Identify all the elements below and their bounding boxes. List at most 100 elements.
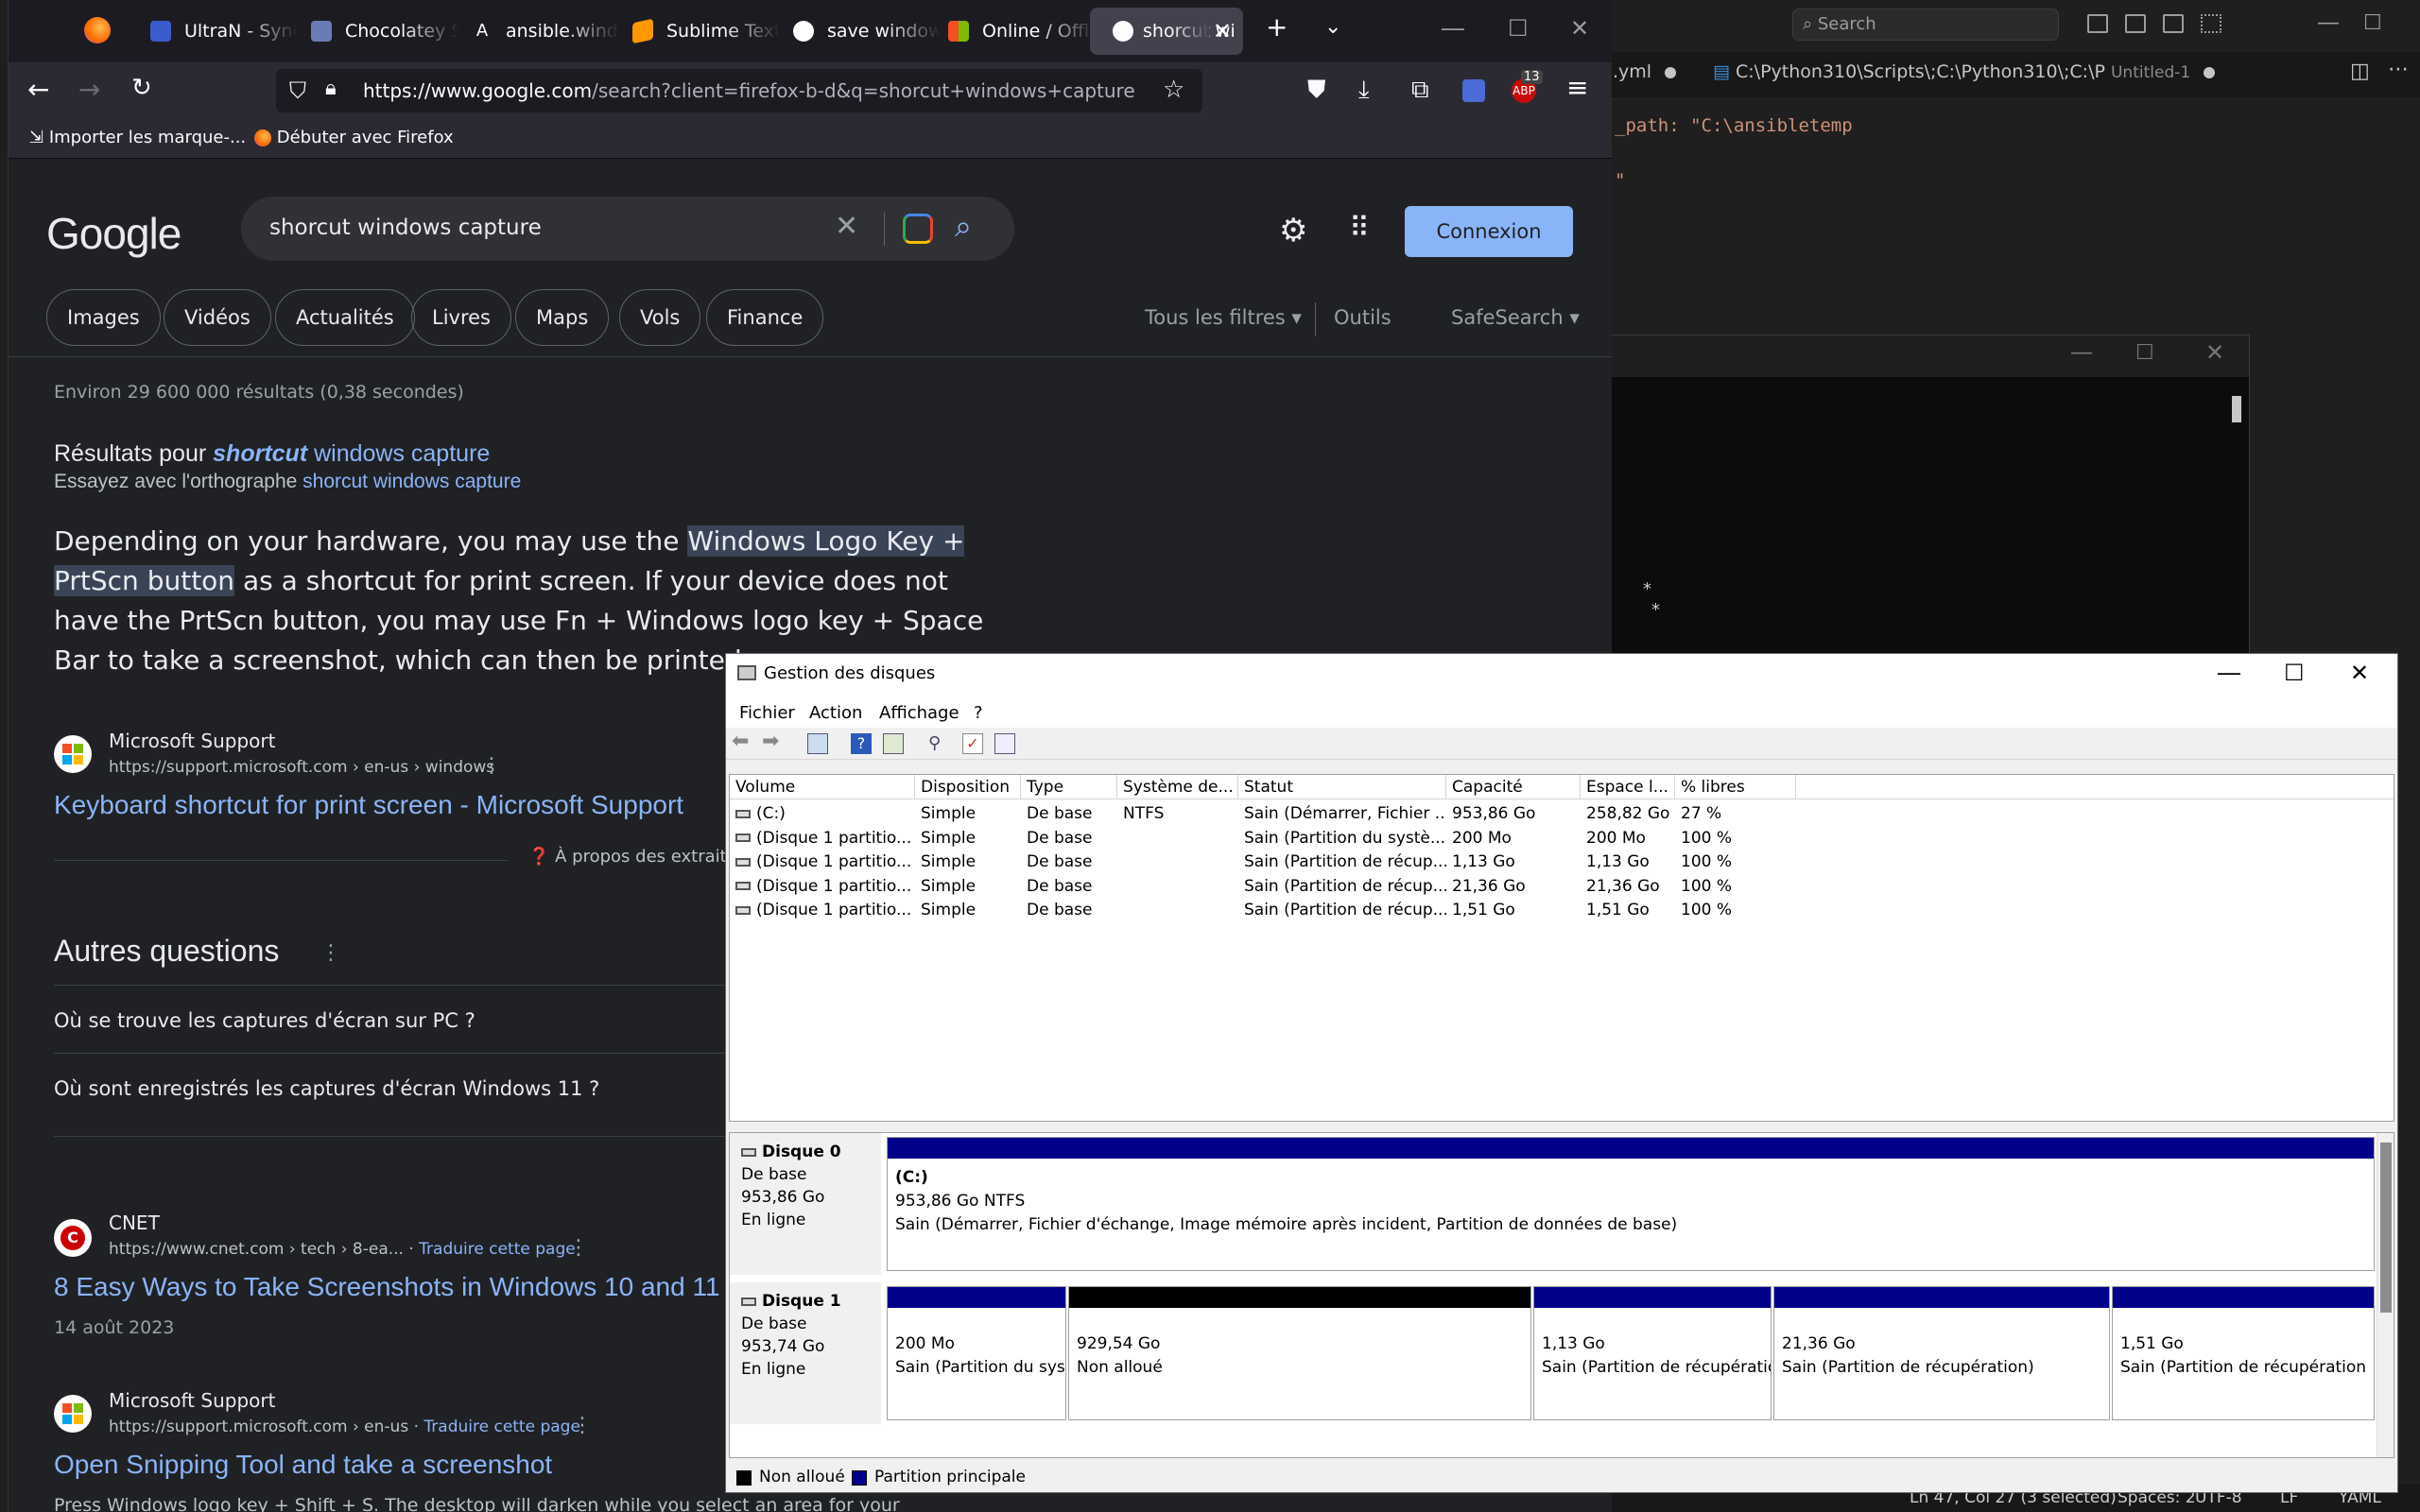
vscode-command-search[interactable]: ⌕ Search — [1792, 9, 2059, 41]
pocket-icon[interactable]: ⛊ — [1307, 76, 1326, 105]
menu-file[interactable]: Fichier — [739, 703, 795, 723]
chip-videos[interactable]: Vidéos — [164, 289, 271, 346]
volume-row[interactable]: (Disque 1 partitio... Simple De base Sain (… — [730, 898, 2394, 922]
clear-icon[interactable]: ✕ — [835, 210, 858, 243]
partition-recovery-3[interactable]: 1,51 Go Sain (Partition de récupération — [2112, 1286, 2375, 1420]
column-header-percent-free[interactable]: % libres — [1675, 775, 1796, 799]
split-editor-icon[interactable]: ◫ — [2350, 60, 2370, 83]
back-icon[interactable]: ⬅ — [732, 730, 752, 753]
about-snippets[interactable]: ❓ À propos des extraits — [528, 847, 735, 867]
partition-recovery-2[interactable]: 21,36 Go Sain (Partition de récupération) — [1773, 1286, 2110, 1420]
partition-recovery-1[interactable]: 1,13 Go Sain (Partition de récupératic — [1533, 1286, 1772, 1420]
back-icon[interactable]: ← — [27, 74, 49, 105]
maximize-icon[interactable]: ☐ — [2363, 11, 2382, 35]
volume-row[interactable]: (C:) Simple De base NTFS Sain (Démarrer, Fic… — [730, 801, 2394, 826]
help-icon[interactable]: ? — [851, 733, 872, 754]
search-box[interactable]: shorcut windows capture ✕ ⌕ — [241, 197, 1014, 261]
forward-icon[interactable]: → — [78, 74, 100, 105]
translate-link[interactable]: Traduire cette page — [419, 1240, 576, 1259]
tools-button[interactable]: Outils — [1334, 306, 1392, 329]
downloads-icon[interactable]: ⤓ — [1358, 76, 1370, 105]
maximize-icon[interactable]: ☐ — [1508, 15, 1529, 42]
graphical-view-scrollbar[interactable] — [2377, 1133, 2394, 1457]
tab-online-offline[interactable]: Online / Offli — [920, 8, 1096, 55]
lock-icon[interactable]: 🔒︎ — [325, 77, 337, 100]
tab-sublime[interactable]: Sublime Text — [604, 8, 780, 55]
bookmark-getting-started[interactable]: Débuter avec Firefox — [254, 128, 454, 147]
forward-icon[interactable]: ➡ — [762, 730, 783, 753]
new-tab-icon[interactable]: + — [1266, 11, 1288, 43]
vscode-tab-yml[interactable]: .yml — [1613, 61, 1677, 82]
result-url[interactable]: https://support.microsoft.com › en-us — [109, 1418, 408, 1436]
minimize-icon[interactable]: ― — [2218, 660, 2240, 686]
url-bar[interactable]: ⛉ 🔒︎ https://www.google.com/search?clien… — [276, 69, 1202, 112]
show-hide-console-icon[interactable] — [807, 733, 828, 754]
more-options-icon[interactable]: ⋮ — [320, 941, 341, 965]
chip-maps[interactable]: Maps — [515, 289, 610, 346]
chip-news[interactable]: Actualités — [275, 289, 415, 346]
terminal-scrollbar[interactable] — [2232, 396, 2241, 422]
lens-icon[interactable] — [903, 214, 933, 244]
result-title-link[interactable]: Open Snipping Tool and take a screenshot — [54, 1450, 552, 1480]
vscode-tab-untitled[interactable]: ▤ C:\Python310\Scripts\;C:\Python310\;C:… — [1713, 61, 2216, 82]
bookmark-import[interactable]: ⇲ Importer les marque-... — [29, 128, 246, 147]
column-header-capacity[interactable]: Capacité — [1446, 775, 1581, 799]
toggle-sidebar-icon[interactable] — [2087, 14, 2108, 33]
minimize-icon[interactable]: ― — [2318, 11, 2339, 35]
close-icon[interactable]: ✕ — [2350, 660, 2369, 686]
minimize-icon[interactable]: ― — [1442, 15, 1464, 42]
more-options-icon[interactable]: ⋮ — [572, 1414, 593, 1437]
disk-1-info[interactable]: Disque 1 De base 953,74 Go En ligne — [730, 1282, 881, 1424]
bookmark-star-icon[interactable]: ☆ — [1163, 76, 1184, 104]
translate-link[interactable]: Traduire cette page — [424, 1418, 580, 1436]
maximize-icon[interactable]: ☐ — [2135, 341, 2154, 365]
original-query-link[interactable]: shorcut windows capture — [302, 471, 521, 492]
result-site-name[interactable]: CNET — [109, 1211, 160, 1234]
reload-icon[interactable]: ↻ — [131, 74, 152, 102]
tab-ultran[interactable]: UltraN - Sync — [122, 8, 298, 55]
volume-row[interactable]: (Disque 1 partitio... Simple De base Sain (… — [730, 874, 2394, 899]
list-tabs-icon[interactable]: ⌄ — [1324, 15, 1341, 39]
paa-question[interactable]: Où sont enregistrés les captures d'écran… — [54, 1077, 599, 1100]
close-icon[interactable]: ✕ — [1570, 15, 1589, 42]
result-site-name[interactable]: Microsoft Support — [109, 1389, 275, 1412]
volume-row[interactable]: (Disque 1 partitio... Simple De base Sain (… — [730, 826, 2394, 850]
maximize-icon[interactable]: ☐ — [2284, 660, 2305, 686]
search-icon[interactable]: ⌕ — [955, 208, 972, 245]
google-logo[interactable]: Google — [46, 208, 182, 259]
bitwarden-icon[interactable] — [1462, 79, 1485, 102]
tab-save-window[interactable]: save window — [765, 8, 941, 55]
scrollbar-thumb[interactable] — [2380, 1143, 2392, 1313]
result-url[interactable]: https://www.cnet.com › tech › 8-ea... — [109, 1240, 404, 1259]
apps-grid-icon[interactable]: ⠿ — [1349, 212, 1370, 245]
all-filters-dropdown[interactable]: Tous les filtres ▾ — [1145, 306, 1302, 329]
more-options-icon[interactable]: ⋮ — [481, 754, 502, 778]
more-actions-icon[interactable]: ⋯ — [2388, 58, 2409, 81]
partition-unallocated[interactable]: 929,54 Go Non alloué — [1068, 1286, 1531, 1420]
column-header-filesystem[interactable]: Système de... — [1117, 775, 1238, 799]
minimize-icon[interactable]: ― — [2071, 341, 2092, 365]
chip-books[interactable]: Livres — [411, 289, 511, 346]
tab-chocolatey[interactable]: Chocolatey S — [283, 8, 458, 55]
connect-icon[interactable]: ⚲ — [928, 733, 949, 754]
firefox-logo-icon[interactable] — [84, 17, 111, 43]
corrected-term-link[interactable]: shortcut — [213, 440, 307, 467]
column-header-type[interactable]: Type — [1021, 775, 1117, 799]
column-header-layout[interactable]: Disposition — [915, 775, 1021, 799]
result-title-link[interactable]: 8 Easy Ways to Take Screenshots in Windo… — [54, 1272, 720, 1302]
menu-help[interactable]: ? — [974, 703, 983, 723]
disk-management-titlebar[interactable]: Gestion des disques ― ☐ ✕ — [726, 654, 2397, 696]
toggle-panel-icon[interactable] — [2125, 14, 2146, 33]
close-icon[interactable]: ✕ — [2205, 339, 2224, 366]
close-tab-icon[interactable]: ✕ — [1213, 8, 1232, 55]
menu-action[interactable]: Action — [809, 703, 862, 723]
toggle-secondary-sidebar-icon[interactable] — [2163, 14, 2184, 33]
list-view-icon[interactable] — [994, 733, 1015, 754]
tab-shorcut-active[interactable]: shorcut wi✕ — [1090, 8, 1243, 55]
safesearch-dropdown[interactable]: SafeSearch ▾ — [1451, 306, 1580, 329]
chip-finance[interactable]: Finance — [706, 289, 824, 346]
paa-question[interactable]: Où se trouve les captures d'écran sur PC… — [54, 1009, 475, 1032]
partition-c[interactable]: (C:) 953,86 Go NTFS Sain (Démarrer, Fich… — [887, 1137, 2375, 1271]
result-site-name[interactable]: Microsoft Support — [109, 730, 275, 752]
search-input[interactable]: shorcut windows capture — [269, 215, 542, 240]
